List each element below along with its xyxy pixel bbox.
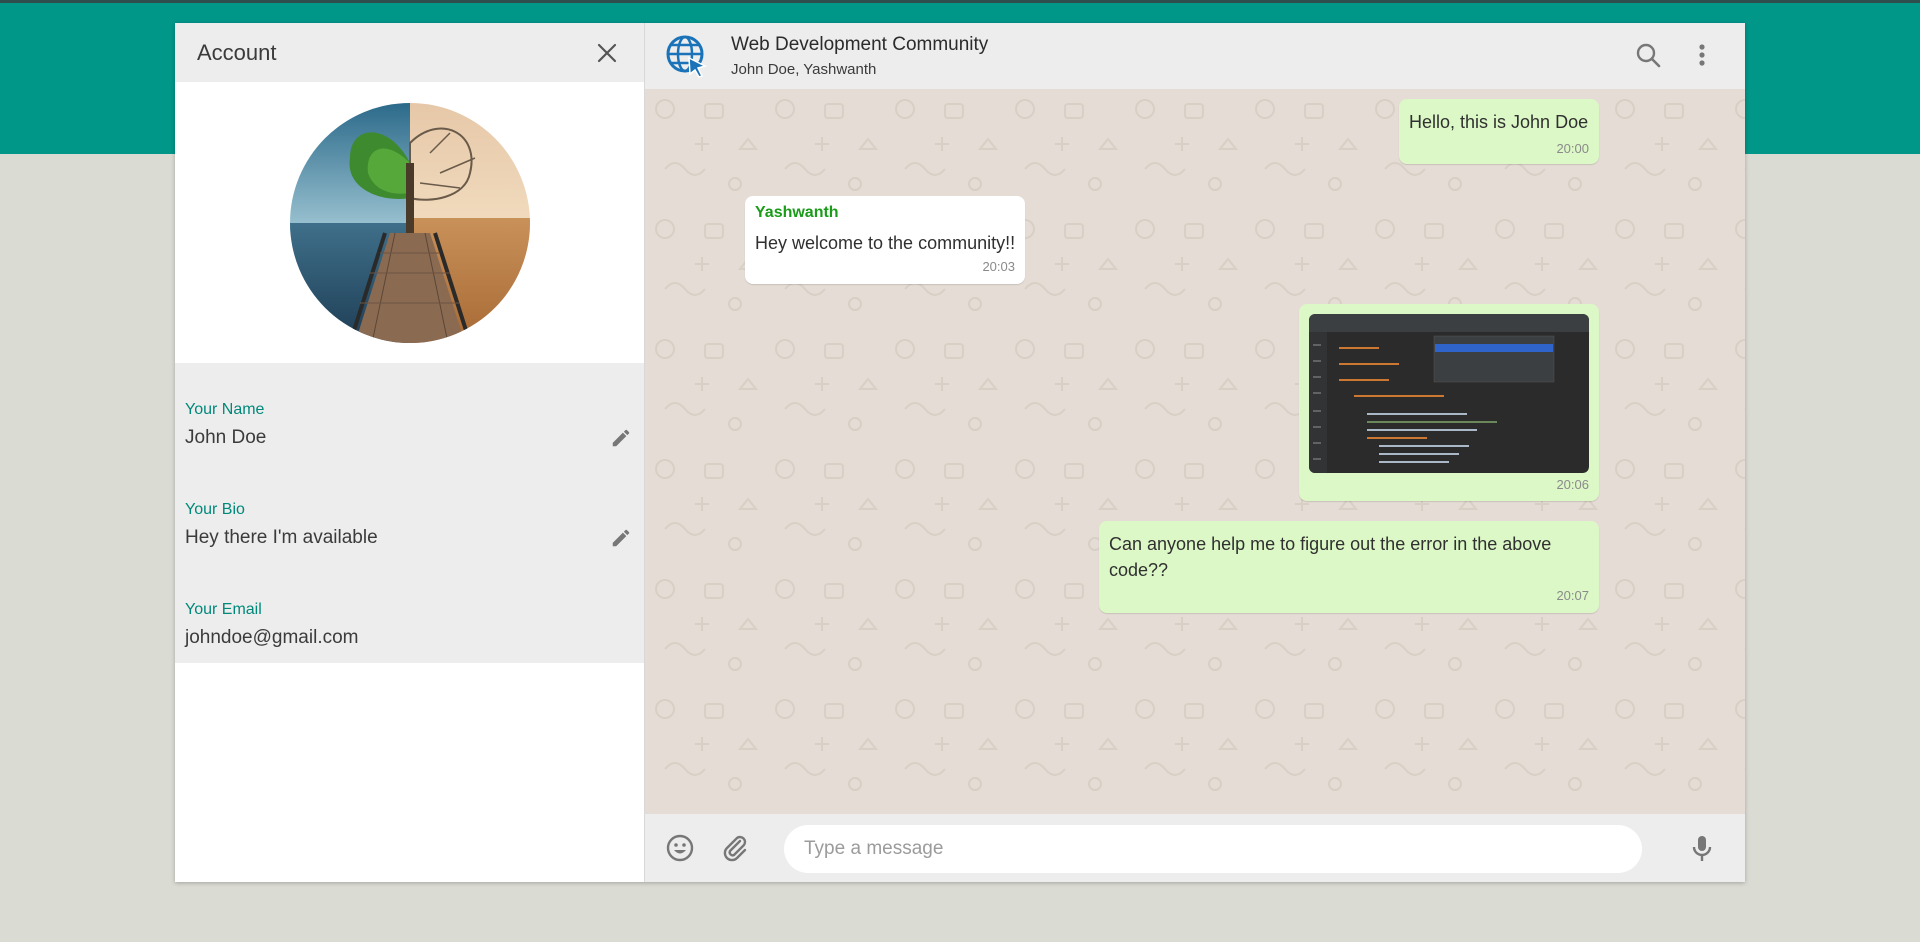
profile-avatar[interactable] xyxy=(289,102,530,343)
message-sender: Yashwanth xyxy=(755,204,839,221)
name-label: Your Name xyxy=(185,401,265,418)
email-field: Your Email johndoe@gmail.com xyxy=(175,563,644,663)
bio-value: Hey there I'm available xyxy=(185,527,378,548)
message-text: Can anyone help me to figure out the err… xyxy=(1109,534,1552,580)
mic-icon[interactable] xyxy=(1687,833,1717,863)
message-out-1[interactable]: Hello, this is John Doe 20:00 xyxy=(1399,99,1599,164)
close-icon xyxy=(597,43,617,62)
edit-pencil-icon xyxy=(612,429,630,447)
bio-field: Your Bio Hey there I'm available xyxy=(175,463,644,563)
edit-name-button[interactable] xyxy=(610,427,632,449)
message-text: Hey welcome to the community!! xyxy=(755,233,1016,253)
edit-pencil-icon xyxy=(612,529,630,547)
account-fields: Your Name John Doe Your Bio Hey there I'… xyxy=(175,363,644,663)
group-globe-icon[interactable] xyxy=(665,34,709,78)
message-text: Hello, this is John Doe xyxy=(1409,112,1589,132)
account-panel: Account Your Name John Doe Your Bio Hey … xyxy=(175,23,645,882)
message-out-image[interactable]: 20:06 xyxy=(1299,304,1599,501)
group-info: Web Development Community John Doe, Yash… xyxy=(731,34,988,78)
group-name: Web Development Community xyxy=(731,34,989,55)
email-label: Your Email xyxy=(185,601,262,618)
chat-header[interactable]: Web Development Community John Doe, Yash… xyxy=(645,23,1745,89)
message-in-1[interactable]: Yashwanth Hey welcome to the community!!… xyxy=(745,196,1025,284)
name-value: John Doe xyxy=(185,427,267,448)
menu-dots-icon[interactable] xyxy=(1689,41,1715,69)
search-icon[interactable] xyxy=(1635,41,1661,69)
name-field: Your Name John Doe xyxy=(175,363,644,463)
account-header: Account xyxy=(175,23,644,82)
message-time: 20:00 xyxy=(1556,141,1589,156)
message-input[interactable] xyxy=(784,825,1642,873)
account-panel-blank xyxy=(175,663,644,882)
group-members: John Doe, Yashwanth xyxy=(731,61,877,78)
chat-header-actions xyxy=(1635,41,1715,69)
message-time: 20:06 xyxy=(1556,477,1589,492)
attach-icon[interactable] xyxy=(720,833,750,863)
message-out-2[interactable]: Can anyone help me to figure out the err… xyxy=(1099,521,1599,613)
email-value: johndoe@gmail.com xyxy=(185,627,359,648)
chat-panel: Web Development Community John Doe, Yash… xyxy=(645,23,1745,882)
code-screenshot-image[interactable] xyxy=(1309,314,1589,473)
message-time: 20:07 xyxy=(1556,588,1589,603)
chat-messages-area[interactable]: Hello, this is John Doe 20:00 Yashwanth … xyxy=(645,89,1745,814)
emoji-icon[interactable] xyxy=(665,833,695,863)
avatar-section xyxy=(175,82,644,363)
chat-footer xyxy=(645,814,1745,882)
message-time: 20:03 xyxy=(982,259,1015,274)
close-account-button[interactable] xyxy=(592,38,622,68)
account-title: Account xyxy=(197,39,277,65)
bio-label: Your Bio xyxy=(185,501,245,518)
app-window: Account Your Name John Doe Your Bio Hey … xyxy=(175,23,1745,882)
edit-bio-button[interactable] xyxy=(610,527,632,549)
